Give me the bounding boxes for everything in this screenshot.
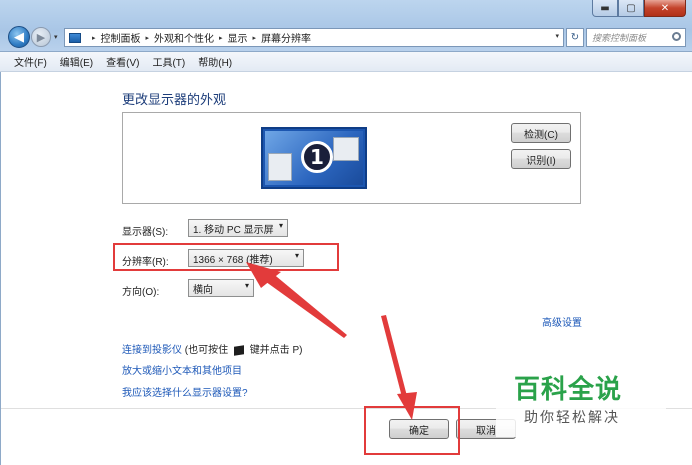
window-controls: ▬ ▢ ✕ bbox=[592, 0, 686, 17]
monitor-preview-panel: 1 检测(C) 识别(I) bbox=[122, 112, 581, 204]
orientation-label: 方向(O): bbox=[122, 287, 160, 298]
breadcrumb-separator: ▸ bbox=[252, 34, 257, 42]
search-input[interactable]: 搜索控制面板 bbox=[586, 28, 686, 47]
advanced-settings-link[interactable]: 高级设置 bbox=[542, 314, 582, 329]
minimize-button[interactable]: ▬ bbox=[592, 0, 618, 17]
monitor-icon[interactable]: 1 bbox=[261, 127, 367, 189]
menu-file[interactable]: 文件(F) bbox=[14, 54, 47, 69]
arrow-to-ok-head bbox=[397, 392, 417, 420]
refresh-icon: ↻ bbox=[570, 32, 580, 43]
breadcrumb-control-panel[interactable]: 控制面板 bbox=[101, 30, 141, 45]
refresh-button[interactable]: ↻ bbox=[566, 28, 584, 47]
orientation-select-value: 横向 bbox=[193, 284, 213, 296]
breadcrumb-separator: ▸ bbox=[145, 34, 150, 42]
breadcrumb-display[interactable]: 显示 bbox=[228, 30, 248, 45]
text-size-link[interactable]: 放大或缩小文本和其他项目 bbox=[122, 362, 242, 377]
breadcrumb-separator: ▸ bbox=[219, 34, 223, 42]
watermark-title: 百科全说 bbox=[514, 375, 623, 405]
address-bar[interactable]: ▸ 控制面板 ▸ 外观和个性化 ▸ 显示 ▸ 屏幕分辨率 ▾ bbox=[64, 28, 564, 47]
menu-bar: 文件(F) 编辑(E) 查看(V) 工具(T) 帮助(H) bbox=[0, 52, 692, 72]
breadcrumb-appearance[interactable]: 外观和个性化 bbox=[154, 30, 214, 45]
connect-projector-link[interactable]: 连接到投影仪 bbox=[122, 345, 182, 356]
breadcrumb-resolution[interactable]: 屏幕分辨率 bbox=[261, 30, 311, 45]
monitor-number-badge: 1 bbox=[301, 141, 333, 173]
chevron-down-icon: ▾ bbox=[278, 221, 283, 230]
page-title: 更改显示器的外观 bbox=[122, 92, 227, 107]
search-placeholder: 搜索控制面板 bbox=[592, 34, 647, 44]
menu-view[interactable]: 查看(V) bbox=[106, 54, 139, 69]
annotation-arrows bbox=[246, 262, 417, 420]
menu-help[interactable]: 帮助(H) bbox=[198, 54, 232, 69]
forward-button[interactable]: ▶ bbox=[31, 27, 51, 47]
detect-button[interactable]: 检测(C) bbox=[511, 123, 571, 143]
arrow-left-icon: ◀ bbox=[14, 29, 24, 45]
window-thumbnail bbox=[268, 153, 292, 181]
menu-edit[interactable]: 编辑(E) bbox=[60, 54, 93, 69]
watermark-subtitle: 助你轻松解决 bbox=[524, 410, 620, 426]
projector-hint-text: (也可按住 bbox=[184, 345, 229, 356]
maximize-button[interactable]: ▢ bbox=[618, 0, 644, 17]
window-thumbnail bbox=[333, 137, 359, 161]
watermark: 百科全说 助你轻松解决 bbox=[496, 363, 666, 437]
breadcrumb-separator: ▸ bbox=[92, 34, 96, 42]
control-panel-icon bbox=[69, 32, 81, 43]
display-select-value: 1. 移动 PC 显示屏 bbox=[193, 224, 274, 236]
title-bar: ▬ ▢ ✕ ◀ ▶ ▾ ▸ 控制面板 ▸ 外观和个性化 ▸ 显示 ▸ 屏幕分辨率… bbox=[0, 0, 692, 52]
recent-pages-dropdown[interactable]: ▾ bbox=[54, 33, 58, 41]
monitor-screen: 1 bbox=[265, 131, 363, 185]
display-select[interactable]: 1. 移动 PC 显示屏 ▾ bbox=[188, 219, 288, 237]
menu-tools[interactable]: 工具(T) bbox=[152, 54, 185, 69]
search-icon[interactable] bbox=[672, 32, 681, 41]
which-settings-link[interactable]: 我应该选择什么显示器设置? bbox=[122, 384, 248, 399]
display-label: 显示器(S): bbox=[122, 227, 169, 238]
close-button[interactable]: ✕ bbox=[644, 0, 686, 17]
back-button[interactable]: ◀ bbox=[8, 26, 30, 48]
arrow-right-icon: ▶ bbox=[36, 30, 46, 44]
arrow-to-ok bbox=[381, 315, 408, 401]
address-dropdown-icon[interactable]: ▾ bbox=[555, 32, 559, 40]
identify-button[interactable]: 识别(I) bbox=[511, 149, 571, 169]
